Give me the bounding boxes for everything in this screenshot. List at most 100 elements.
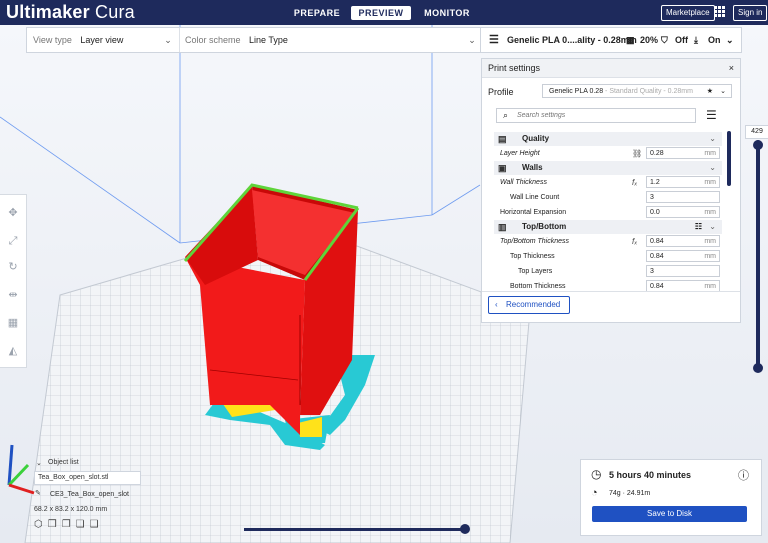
app-logo: Ultimaker Cura (6, 2, 135, 23)
brand-name: Ultimaker (6, 2, 90, 22)
move-icon[interactable]: ✥ (7, 207, 19, 219)
panel-title: Print settings (488, 63, 541, 73)
tab-prepare[interactable]: PREPARE (292, 6, 342, 20)
view-orientation-icons[interactable]: ⬡❒❐❏❑ (34, 519, 104, 530)
setting-unit: mm (704, 179, 716, 186)
color-scheme-value: Line Type (249, 35, 288, 45)
profile-summary: Genelic PLA 0....ality - 0.28mm (507, 35, 637, 45)
print-setup-selector[interactable]: ☰ Genelic PLA 0....ality - 0.28mm ▩ 20% … (480, 27, 742, 53)
chevron-down-icon[interactable]: ⌄ (164, 28, 172, 52)
layer-slider[interactable] (756, 140, 760, 370)
support-blocker-icon[interactable]: ◭ (7, 345, 19, 357)
setting-name: Top Thickness (510, 253, 555, 260)
setting-unit: mm (704, 150, 716, 157)
category-title: Quality (522, 134, 550, 143)
settings-sliders-icon[interactable]: ☷ (695, 220, 702, 234)
scale-icon[interactable]: ⤢ (7, 235, 19, 247)
path-slider[interactable] (244, 528, 466, 531)
tab-monitor[interactable]: MONITOR (420, 6, 474, 20)
category-quality[interactable]: ▤ Quality ⌄ (494, 132, 722, 146)
setting-row: Wall Thickness fₓ 1.2 mm (500, 176, 740, 190)
tab-preview[interactable]: PREVIEW (351, 6, 411, 20)
support-value: Off (675, 35, 688, 45)
menu-icon[interactable]: ☰ (706, 108, 717, 122)
marketplace-button[interactable]: Marketplace (661, 5, 715, 21)
setting-value-field[interactable]: 0.84 mm (646, 235, 720, 247)
list-item[interactable]: Tea_Box_open_slot.stl (34, 471, 141, 485)
setting-name: Layer Height (500, 150, 540, 157)
path-slider-handle[interactable] (460, 524, 470, 534)
category-walls[interactable]: ▣ Walls ⌄ (494, 161, 722, 175)
view-type-select[interactable]: View type Layer view (33, 28, 123, 52)
setting-name: Horizontal Expansion (500, 209, 567, 216)
setting-row: Top Thickness 0.84 mm (510, 250, 750, 264)
chevron-down-icon: ⌄ (726, 35, 734, 45)
build-volume-edge (431, 184, 481, 216)
profile-value: Genelic PLA 0.28 (549, 88, 604, 95)
settings-scrollbar[interactable] (727, 131, 731, 186)
top-bar: Ultimaker Cura PREPARE PREVIEW MONITOR M… (0, 0, 768, 25)
function-icon[interactable]: fₓ (632, 176, 637, 190)
axis-y (7, 463, 30, 487)
setting-value-field[interactable]: 0.0 mm (646, 206, 720, 218)
job-name[interactable]: CE3_Tea_Box_open_slot (50, 491, 129, 498)
setting-value-field[interactable]: 0.84 mm (646, 250, 720, 262)
setting-value: 3 (650, 268, 654, 275)
profile-label: Profile (488, 87, 514, 97)
adhesion-icon: ⤓ (694, 35, 698, 45)
chevron-down-icon: ⌄ (709, 134, 716, 143)
mirror-icon[interactable]: ⇹ (7, 289, 19, 301)
setting-unit: mm (704, 238, 716, 245)
layer-slider-top-handle[interactable] (753, 140, 763, 150)
setting-row: Layer Height ⛓ 0.28 mm (500, 147, 740, 161)
profile-subtitle: - Standard Quality - 0.28mm (603, 88, 693, 95)
clock-icon: ◷ (591, 467, 602, 481)
model-dimensions: 68.2 x 83.2 x 120.0 mm (34, 506, 108, 513)
chevron-down-icon: ⌄ (709, 163, 716, 172)
setting-value-field[interactable]: 0.28 mm (646, 147, 720, 159)
rotate-icon[interactable]: ↻ (7, 261, 19, 273)
setting-value: 0.84 (650, 238, 664, 245)
save-to-disk-button[interactable]: Save to Disk (592, 506, 747, 522)
view-toolbar: View type Layer view ⌄ Color scheme Line… (26, 27, 481, 53)
setting-value-field[interactable]: 3 (646, 265, 720, 277)
recommended-button[interactable]: ‹ Recommended (488, 296, 570, 314)
profile-select[interactable]: Genelic PLA 0.28 - Standard Quality - 0.… (542, 84, 732, 98)
chevron-down-icon[interactable]: ⌄ (36, 459, 42, 467)
color-scheme-select[interactable]: Color scheme Line Type (185, 28, 288, 52)
chevron-left-icon: ‹ (495, 300, 498, 309)
pencil-icon[interactable]: ✎ (35, 489, 41, 497)
chevron-down-icon[interactable]: ⌄ (720, 85, 726, 99)
star-icon[interactable]: ★ (707, 85, 713, 99)
layer-number[interactable]: 429 (745, 125, 768, 139)
chevron-down-icon[interactable]: ⌄ (468, 28, 476, 52)
app-switcher-icon[interactable] (714, 6, 726, 18)
print-summary: ◷ 5 hours 40 minutes ⓘ ◔ 74g · 24.91m Sa… (580, 459, 762, 536)
setting-value-field[interactable]: 3 (646, 191, 720, 203)
setting-row: Wall Line Count 3 (510, 191, 750, 205)
link-icon[interactable]: ⛓ (632, 147, 642, 161)
support-icon: ⛉ (661, 35, 668, 45)
sign-in-button[interactable]: Sign in (733, 5, 768, 21)
divider (179, 28, 180, 52)
info-icon[interactable]: ⓘ (738, 467, 749, 483)
object-list: ⌄ Object list Tea_Box_open_slot.stl ✎ CE… (28, 457, 158, 530)
setting-value-field[interactable]: 1.2 mm (646, 176, 720, 188)
view-type-value: Layer view (80, 35, 124, 45)
material-usage: 74g · 24.91m (609, 490, 651, 497)
setting-value: 0.84 (650, 283, 664, 290)
chevron-down-icon: ⌄ (709, 222, 716, 231)
close-icon[interactable]: × (729, 59, 734, 77)
infill-value: 20% (640, 35, 659, 45)
infill-icon: ▩ (626, 35, 635, 45)
object-list-header[interactable]: Object list (48, 459, 79, 466)
function-icon[interactable]: fₓ (632, 235, 637, 249)
print-time: 5 hours 40 minutes (609, 470, 692, 480)
search-input[interactable] (517, 110, 687, 121)
layer-slider-bottom-handle[interactable] (753, 363, 763, 373)
per-model-settings-icon[interactable]: ▦ (7, 317, 19, 329)
category-title: Top/Bottom (522, 222, 567, 231)
divider (482, 291, 740, 292)
category-top-bottom[interactable]: ▥ Top/Bottom ☷ ⌄ (494, 220, 722, 234)
search-settings[interactable]: ⌕ (496, 108, 696, 123)
